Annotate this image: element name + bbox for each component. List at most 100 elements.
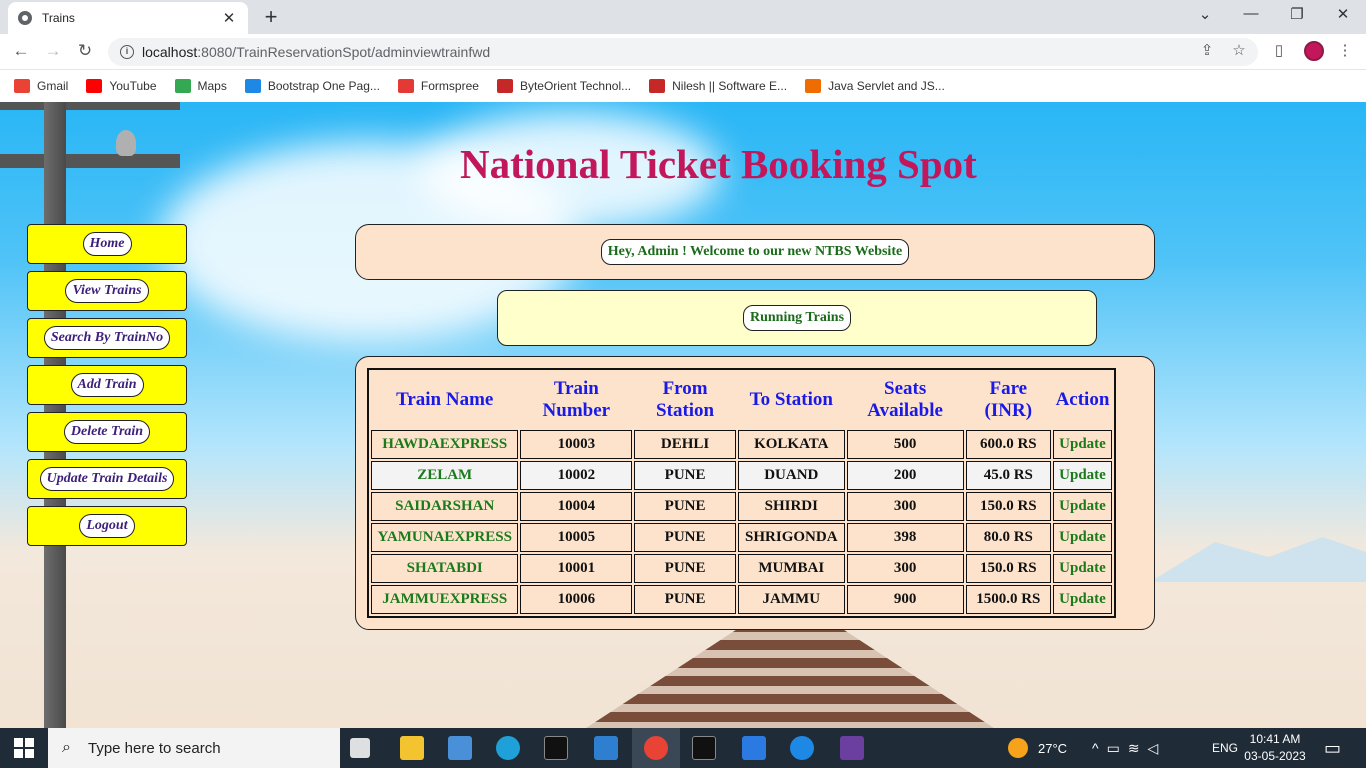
header-to-station: To Station [749, 389, 833, 410]
bookmark-java-servlet[interactable]: Java Servlet and JS... [805, 79, 945, 93]
site-info-icon[interactable]: i [120, 45, 134, 59]
bookmark-youtube[interactable]: YouTube [86, 79, 157, 93]
photos-icon[interactable] [594, 736, 618, 760]
update-link[interactable]: Update [1052, 430, 1112, 459]
fare-cell: 150.0 RS [965, 492, 1051, 521]
bookmark-label: Bootstrap One Pag... [267, 79, 380, 93]
page-background: National Ticket Booking Spot Home View T… [0, 102, 1366, 728]
wifi-icon[interactable]: ≋ [1128, 740, 1148, 757]
share-icon[interactable]: ⇪ [1196, 41, 1218, 59]
profile-avatar[interactable] [1304, 41, 1324, 61]
command-prompt-icon[interactable] [692, 736, 716, 760]
restore-button[interactable]: ❐ [1286, 5, 1308, 23]
battery-icon[interactable]: ▭ [1107, 740, 1128, 757]
logout-link[interactable]: Logout [79, 514, 135, 538]
browser-tab-strip: Trains ✕ + ⌄ — ❐ ✕ [0, 0, 1366, 34]
search-icon: ⌕ [62, 739, 71, 756]
taskbar-search-box[interactable]: ⌕ Type here to search [48, 728, 340, 768]
clock-time: 10:41 AM [1249, 732, 1301, 746]
clock[interactable]: 10:41 AM 03-05-2023 [1240, 731, 1310, 765]
close-tab-icon[interactable]: ✕ [220, 9, 238, 27]
onedrive-icon[interactable] [790, 736, 814, 760]
train-name-cell: ZELAM [371, 461, 519, 490]
pole-crossbar [0, 102, 180, 110]
tab-search-chevron-icon[interactable]: ⌄ [1194, 5, 1216, 23]
train-number-cell: 10002 [520, 461, 633, 490]
fare-cell: 600.0 RS [965, 430, 1051, 459]
sidebar-item-update-train: Update Train Details [27, 459, 187, 499]
bookmark-maps[interactable]: Maps [174, 79, 227, 93]
bookmark-gmail[interactable]: Gmail [14, 79, 68, 93]
from-station-cell: PUNE [634, 523, 736, 552]
mountain-decoration [1150, 537, 1366, 582]
system-tray-icons[interactable]: ^ ▭ ≋ ◁ [1092, 728, 1166, 768]
bookmark-label: YouTube [109, 79, 157, 93]
volume-icon[interactable]: ◁ [1148, 740, 1167, 757]
eclipse-ide-icon[interactable] [840, 736, 864, 760]
add-train-link[interactable]: Add Train [70, 373, 144, 397]
language-indicator[interactable]: ENG [1212, 728, 1238, 768]
train-number-cell: 10004 [520, 492, 633, 521]
weather-widget[interactable]: 27°C [1008, 728, 1067, 768]
update-link[interactable]: Update [1052, 492, 1112, 521]
table-row: HAWDAEXPRESS 10003 DEHLI KOLKATA 500 600… [371, 430, 1112, 459]
side-panel-icon[interactable]: ▯ [1268, 41, 1290, 59]
task-view-icon[interactable] [350, 738, 370, 758]
update-link[interactable]: Update [1052, 461, 1112, 490]
bookmark-star-icon[interactable]: ☆ [1228, 41, 1250, 59]
view-trains-link[interactable]: View Trains [65, 279, 149, 303]
control-panel-icon[interactable] [448, 736, 472, 760]
address-bar[interactable]: i localhost:8080/TrainReservationSpot/ad… [108, 38, 1258, 66]
close-window-button[interactable]: ✕ [1332, 5, 1354, 23]
header-fare: Fare (INR) [984, 378, 1033, 421]
from-station-cell: PUNE [634, 492, 736, 521]
to-station-cell: MUMBAI [737, 554, 845, 583]
back-arrow-icon[interactable]: ← [10, 41, 32, 61]
url-host: localhost [142, 44, 198, 60]
bookmark-label: Java Servlet and JS... [828, 79, 945, 93]
notifications-icon[interactable]: ▭ [1324, 728, 1341, 768]
update-link[interactable]: Update [1052, 554, 1112, 583]
terminal-icon[interactable] [544, 736, 568, 760]
train-number-cell: 10001 [520, 554, 633, 583]
fare-cell: 80.0 RS [965, 523, 1051, 552]
chrome-icon[interactable] [644, 736, 668, 760]
new-tab-button[interactable]: + [260, 4, 282, 30]
file-explorer-icon[interactable] [400, 736, 424, 760]
update-train-details-link[interactable]: Update Train Details [39, 467, 175, 491]
reload-icon[interactable]: ↻ [74, 41, 96, 61]
menu-kebab-icon[interactable]: ⋮ [1334, 41, 1356, 59]
bookmark-nilesh[interactable]: Nilesh || Software E... [649, 79, 787, 93]
to-station-cell: SHIRDI [737, 492, 845, 521]
mail-icon[interactable] [742, 736, 766, 760]
delete-train-link[interactable]: Delete Train [63, 420, 151, 444]
home-link[interactable]: Home [82, 232, 132, 256]
train-name-cell: SHATABDI [371, 554, 519, 583]
welcome-banner: Hey, Admin ! Welcome to our new NTBS Web… [355, 224, 1155, 280]
bookmark-bootstrap[interactable]: Bootstrap One Pag... [244, 79, 380, 93]
search-by-trainno-link[interactable]: Search By TrainNo [43, 326, 171, 350]
bookmark-label: Nilesh || Software E... [672, 79, 788, 93]
update-link[interactable]: Update [1052, 585, 1112, 614]
sidebar-item-view-trains: View Trains [27, 271, 187, 311]
from-station-cell: PUNE [634, 554, 736, 583]
header-from-station: From Station [656, 378, 715, 421]
taskbar: ⌕ Type here to search 27°C ^ ▭ ≋ ◁ ENG 10:4… [0, 728, 1366, 768]
bookmark-formspree[interactable]: Formspree [397, 79, 479, 93]
bookmark-label: ByteOrient Technol... [519, 79, 632, 93]
bookmark-byteorient[interactable]: ByteOrient Technol... [496, 79, 632, 93]
fare-cell: 150.0 RS [965, 554, 1051, 583]
chevron-up-icon[interactable]: ^ [1092, 740, 1107, 756]
bootstrap-icon [244, 79, 261, 93]
page-title: National Ticket Booking Spot [460, 141, 977, 187]
seats-cell: 398 [846, 523, 964, 552]
browser-tab[interactable]: Trains ✕ [8, 2, 248, 34]
windows-start-icon[interactable] [14, 738, 34, 758]
edge-browser-icon[interactable] [496, 736, 520, 760]
minimize-button[interactable]: — [1240, 5, 1262, 22]
header-action: Action [1055, 389, 1110, 410]
update-link[interactable]: Update [1052, 523, 1112, 552]
sidebar-item-add-train: Add Train [27, 365, 187, 405]
forward-arrow-icon[interactable]: → [42, 41, 64, 61]
fare-cell: 45.0 RS [965, 461, 1051, 490]
